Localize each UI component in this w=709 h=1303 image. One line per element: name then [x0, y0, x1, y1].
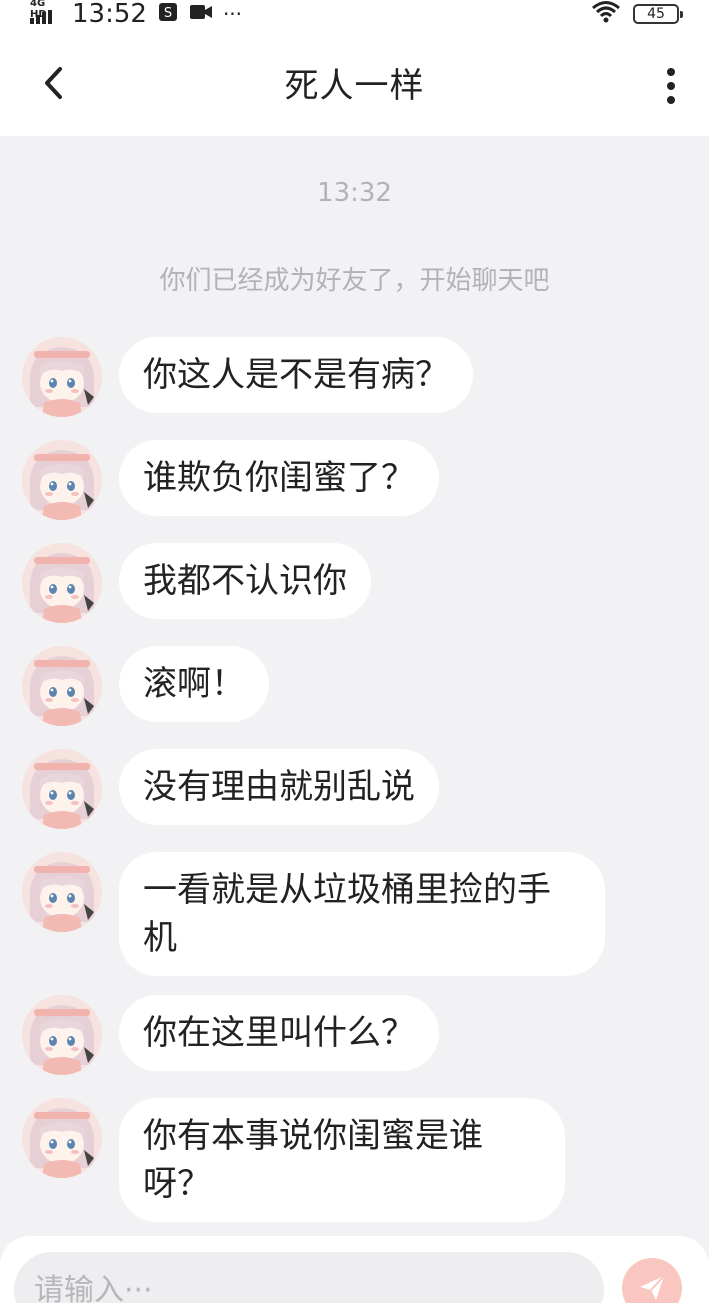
paper-plane-icon: [640, 1275, 665, 1300]
avatar[interactable]: [22, 995, 102, 1075]
status-bar: 4G HD 13:52 S ···: [0, 0, 709, 30]
signal-icon: 4G HD: [30, 0, 60, 26]
message-input[interactable]: [14, 1252, 604, 1303]
avatar[interactable]: [22, 646, 102, 726]
message-item: 滚啊！: [22, 646, 269, 726]
avatar[interactable]: [22, 440, 102, 520]
avatar[interactable]: [22, 749, 102, 829]
message-bubble[interactable]: 没有理由就别乱说: [119, 749, 439, 825]
avatar[interactable]: [22, 337, 102, 417]
message-bubble[interactable]: 一看就是从垃圾桶里捡的手机: [119, 852, 605, 976]
message-item: 我都不认识你: [22, 543, 371, 623]
message-item: 你在这里叫什么？: [22, 995, 439, 1075]
system-notice: 你们已经成为好友了，开始聊天吧: [159, 266, 550, 296]
send-button[interactable]: [622, 1258, 682, 1303]
chat-screen: 4G HD 13:52 S ···: [0, 0, 709, 1303]
message-bubble[interactable]: 我都不认识你: [119, 543, 371, 619]
status-time: 13:52: [72, 0, 147, 29]
message-item: 你这人是不是有病？: [22, 337, 473, 417]
message-bubble[interactable]: 你有本事说你闺蜜是谁呀？: [119, 1098, 565, 1222]
more-menu-button[interactable]: [665, 68, 677, 104]
wifi-icon: [591, 0, 621, 30]
more-dots-icon: ···: [222, 2, 243, 26]
back-button[interactable]: [38, 66, 72, 100]
avatar[interactable]: [22, 1098, 102, 1178]
avatar[interactable]: [22, 543, 102, 623]
message-bubble[interactable]: 滚啊！: [119, 646, 269, 722]
chat-header: 死人一样: [0, 28, 709, 136]
s-app-icon: S: [157, 1, 179, 28]
page-title: 死人一样: [284, 65, 425, 106]
message-item: 你有本事说你闺蜜是谁呀？: [22, 1098, 565, 1222]
chevron-left-icon: [45, 67, 62, 99]
message-bubble[interactable]: 你这人是不是有病？: [119, 337, 473, 413]
svg-text:S: S: [164, 6, 172, 21]
message-item: 谁欺负你闺蜜了？: [22, 440, 439, 520]
time-divider: 13:32: [317, 178, 392, 208]
video-icon: [189, 2, 213, 27]
composer-bar: [0, 1236, 709, 1303]
avatar[interactable]: [22, 852, 102, 932]
message-bubble[interactable]: 你在这里叫什么？: [119, 995, 439, 1071]
message-item: 一看就是从垃圾桶里捡的手机: [22, 852, 605, 976]
battery-icon: 45: [633, 4, 683, 24]
message-list[interactable]: 13:32 你们已经成为好友了，开始聊天吧 你这人是不是有病？ 谁欺负你闺蜜了？: [0, 136, 709, 1236]
message-item: 没有理由就别乱说: [22, 749, 439, 829]
vertical-dots-icon: [667, 68, 675, 76]
message-bubble[interactable]: 谁欺负你闺蜜了？: [119, 440, 439, 516]
